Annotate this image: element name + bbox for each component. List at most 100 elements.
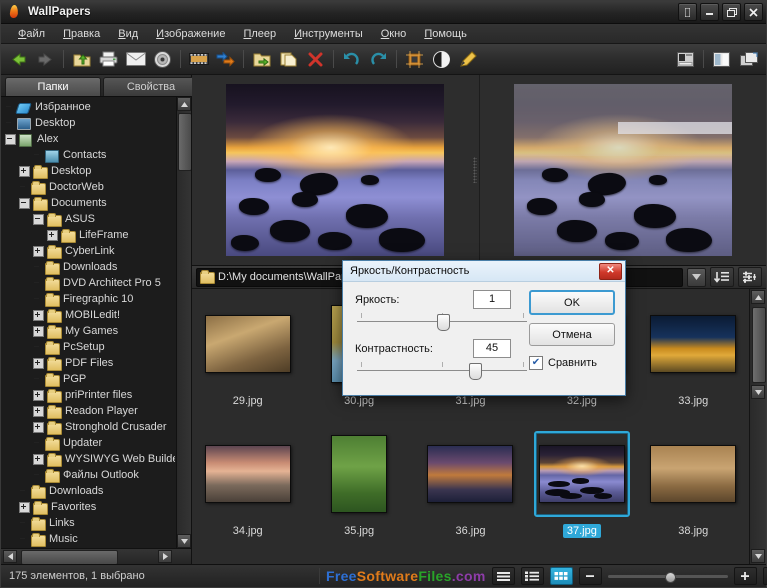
zoom-in-button[interactable] <box>733 567 757 585</box>
tree-expander-plus[interactable] <box>19 165 30 177</box>
close-button[interactable] <box>744 3 763 21</box>
crop-icon[interactable] <box>402 47 427 71</box>
tree-item[interactable]: Desktop <box>1 163 177 179</box>
thumbnail-item[interactable]: 36.jpg <box>415 423 526 553</box>
mail-icon[interactable] <box>123 47 148 71</box>
contrast-icon[interactable] <box>429 47 454 71</box>
split-pane-icon[interactable] <box>709 47 734 71</box>
pencil-icon[interactable] <box>456 47 481 71</box>
thumb-scroll-end-button[interactable] <box>751 549 765 563</box>
tree-item[interactable]: PDF Files <box>1 355 177 371</box>
maximize-button[interactable] <box>722 3 741 21</box>
zoom-slider-knob[interactable] <box>665 571 677 583</box>
contrast-slider[interactable] <box>357 360 527 380</box>
copy-icon[interactable] <box>276 47 301 71</box>
thumbnail-item[interactable]: 38.jpg <box>638 423 749 553</box>
chevron-down-icon[interactable] <box>687 267 706 287</box>
tree-item[interactable]: CyberLink <box>1 243 177 259</box>
tree-item[interactable]: Downloads <box>1 483 177 499</box>
layout-icon[interactable] <box>736 47 761 71</box>
tree-item[interactable]: MOBILedit! <box>1 307 177 323</box>
convert-icon[interactable] <box>213 47 238 71</box>
help-button[interactable] <box>678 3 697 21</box>
list-view-button[interactable] <box>491 567 515 585</box>
contrast-slider-knob[interactable] <box>469 363 482 380</box>
tree-item[interactable]: Downloads <box>1 259 177 275</box>
scroll-up-button[interactable] <box>177 97 191 111</box>
tree-item[interactable]: DoctorWeb <box>1 179 177 195</box>
tree-item[interactable]: LifeFrame <box>1 227 177 243</box>
tree-horizontal-scrollbar[interactable] <box>1 548 191 565</box>
brightness-slider-knob[interactable] <box>437 314 450 331</box>
preview-divider-handle[interactable] <box>472 157 477 183</box>
zoom-slider[interactable] <box>607 571 728 583</box>
tree-expander-plus[interactable] <box>33 389 44 401</box>
tree-expander-plus[interactable] <box>33 421 44 433</box>
undo-icon[interactable] <box>339 47 364 71</box>
menu-item-edit[interactable]: Правка <box>54 26 109 42</box>
tree-expander-plus[interactable] <box>33 245 44 257</box>
print-icon[interactable] <box>96 47 121 71</box>
disc-icon[interactable] <box>150 47 175 71</box>
tree-expander-minus[interactable] <box>33 213 44 225</box>
tree-item[interactable]: PGP <box>1 371 177 387</box>
preview-adjusted[interactable] <box>478 75 767 265</box>
move-folder-icon[interactable] <box>249 47 274 71</box>
tree-expander-plus[interactable] <box>33 405 44 417</box>
filmstrip-icon[interactable] <box>186 47 211 71</box>
tree-item[interactable]: Firegraphic 10 <box>1 291 177 307</box>
thumbnail-item[interactable]: 33.jpg <box>638 293 749 423</box>
tree-item[interactable]: My Games <box>1 323 177 339</box>
thumbnail-item[interactable]: 35.jpg <box>303 423 414 553</box>
thumbnail-item[interactable]: 37.jpg <box>526 423 637 553</box>
scroll-left-button[interactable] <box>3 550 17 563</box>
fullscreen-icon[interactable] <box>762 567 767 585</box>
preview-original[interactable] <box>192 75 479 265</box>
tree-item[interactable]: WYSIWYG Web Builder <box>1 451 177 467</box>
tree-item[interactable]: Links <box>1 515 177 531</box>
tree-expander-plus[interactable] <box>33 309 44 321</box>
tree-expander-plus[interactable] <box>19 501 30 513</box>
thumbnail-scrollbar[interactable] <box>749 289 766 564</box>
menu-item-tools[interactable]: Инструменты <box>285 26 372 42</box>
tree-item[interactable]: PcSetup <box>1 339 177 355</box>
zoom-out-button[interactable] <box>578 567 602 585</box>
tree-item[interactable]: priPrinter files <box>1 387 177 403</box>
minimize-button[interactable] <box>700 3 719 21</box>
thumbnail-item[interactable]: 34.jpg <box>192 423 303 553</box>
delete-icon[interactable] <box>303 47 328 71</box>
scroll-down-button[interactable] <box>177 534 191 548</box>
tree-item[interactable]: Documents <box>1 195 177 211</box>
tree-item[interactable]: ASUS <box>1 211 177 227</box>
tree-item[interactable]: DVD Architect Pro 5 <box>1 275 177 291</box>
tab-properties[interactable]: Свойства <box>103 77 199 96</box>
sort-icon[interactable] <box>710 267 734 287</box>
thumbnail-item[interactable]: 29.jpg <box>192 293 303 423</box>
menu-item-player[interactable]: Плеер <box>234 26 285 42</box>
scroll-right-button[interactable] <box>158 550 172 563</box>
tree-expander-plus[interactable] <box>33 357 44 369</box>
contrast-value-field[interactable]: 45 <box>473 339 511 358</box>
tree-item[interactable]: Избранное <box>1 99 177 115</box>
menu-item-file[interactable]: Файл <box>9 26 54 42</box>
menu-item-help[interactable]: Помощь <box>415 26 476 42</box>
preview-pane-icon[interactable] <box>673 47 698 71</box>
dialog-close-button[interactable]: ✕ <box>599 262 622 280</box>
tree-item[interactable]: Favorites <box>1 499 177 515</box>
menu-item-window[interactable]: Окно <box>372 26 416 42</box>
back-icon[interactable] <box>6 47 31 71</box>
tree-expander-plus[interactable] <box>33 325 44 337</box>
tree-item[interactable]: Stronghold Crusader <box>1 419 177 435</box>
tree-item[interactable]: Music <box>1 531 177 547</box>
tree-item[interactable]: Contacts <box>1 147 177 163</box>
thumb-scroll-up-button[interactable] <box>751 290 765 304</box>
tree-expander-minus[interactable] <box>5 133 16 145</box>
cancel-button[interactable]: Отмена <box>529 323 615 346</box>
filter-icon[interactable] <box>738 267 762 287</box>
thumb-scroll-thumb[interactable] <box>752 307 766 383</box>
redo-icon[interactable] <box>366 47 391 71</box>
ok-button[interactable]: OK <box>529 290 615 315</box>
tree-item[interactable]: Readon Player <box>1 403 177 419</box>
thumb-scroll-down-button[interactable] <box>751 385 765 399</box>
tree-item[interactable]: Файлы Outlook <box>1 467 177 483</box>
